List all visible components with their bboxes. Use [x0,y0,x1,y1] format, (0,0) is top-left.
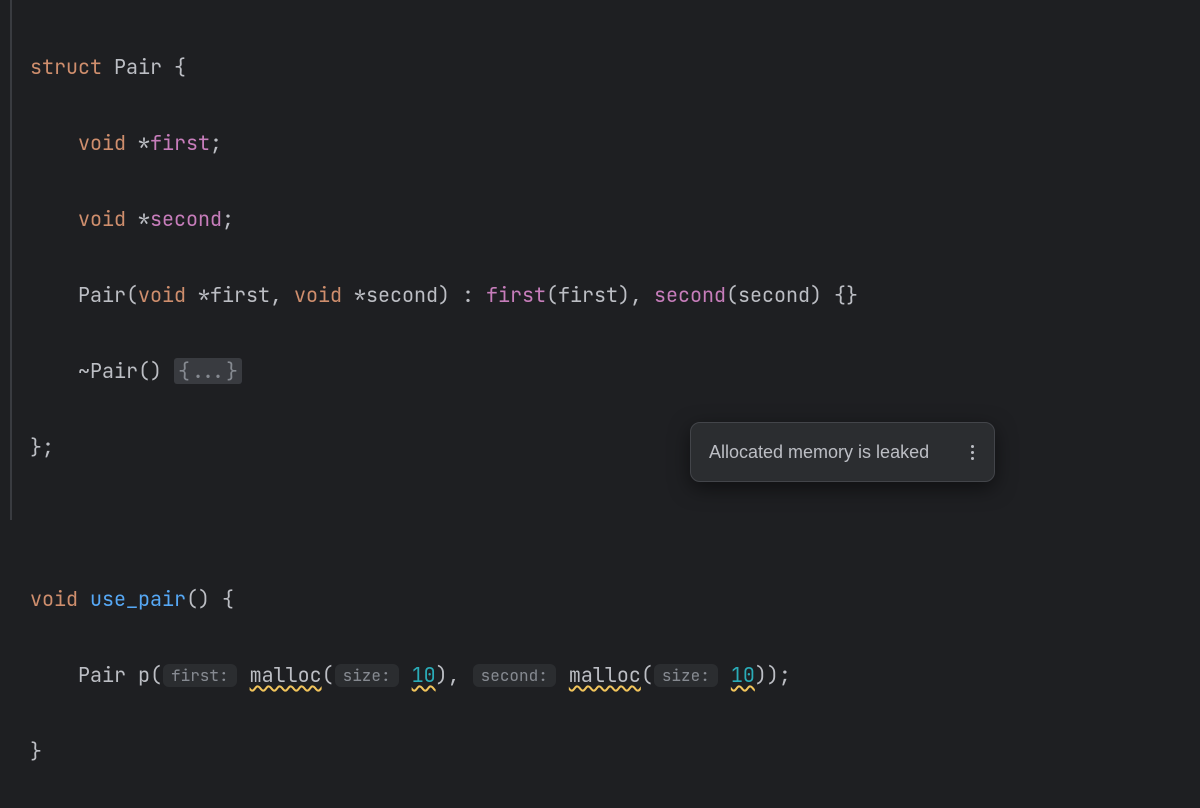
call-malloc: malloc [250,662,322,688]
type-pair: Pair [114,54,162,80]
init-first: first [486,282,546,308]
code-editor[interactable]: struct Pair { void *first; void *second;… [0,0,1200,808]
semicolon: ; [210,130,222,156]
tooltip-text: Allocated memory is leaked [709,435,929,469]
paren-open: ( [726,282,738,308]
code-line[interactable]: Pair p(first: malloc(size: 10), second: … [30,656,1200,694]
paren-close: ) [438,282,450,308]
number-10: 10 [731,662,755,688]
code-line[interactable]: ~Pair() {...} [30,352,1200,390]
code-line[interactable]: } [30,732,1200,770]
type-pair: Pair [78,662,126,688]
keyword-void: void [78,130,126,156]
paren-close: ) [198,586,210,612]
semicolon: ; [222,206,234,232]
star: * [354,282,366,308]
more-actions-icon[interactable] [969,443,976,462]
param-first: first [210,282,270,308]
code-line[interactable]: }; [30,428,1200,466]
inlay-hint-first[interactable]: first: [163,664,237,687]
paren-open: ( [641,662,653,688]
close-brace-semi: }; [30,434,54,460]
comma: , [448,662,460,688]
paren-close: ) [618,282,630,308]
keyword-void: void [78,206,126,232]
colon: : [462,282,474,308]
var-p: p [138,662,150,688]
blank-line[interactable] [30,504,1200,542]
paren-open: ( [150,662,162,688]
folded-region[interactable]: {...} [174,358,242,384]
comma: , [630,282,642,308]
code-line[interactable]: void *second; [30,200,1200,238]
destructor-name: ~Pair [78,358,138,384]
arg-second: second [738,282,810,308]
paren-close: ) [755,662,767,688]
keyword-void: void [30,586,78,612]
keyword-void: void [294,282,342,308]
inspection-tooltip[interactable]: Allocated memory is leaked [690,422,995,482]
comma: , [270,282,282,308]
star: * [138,206,150,232]
init-second: second [654,282,726,308]
param-second: second [366,282,438,308]
paren-open: ( [138,358,150,384]
paren-open: ( [126,282,138,308]
brace-close: } [30,738,42,764]
paren-close: ) [150,358,162,384]
empty-body: {} [834,282,858,308]
inlay-hint-size[interactable]: size: [654,664,718,687]
brace-open: { [222,586,234,612]
function-use-pair: use_pair [90,586,186,612]
star: * [138,130,150,156]
code-line[interactable]: void *first; [30,124,1200,162]
inlay-hint-second[interactable]: second: [473,664,556,687]
code-line[interactable]: struct Pair { [30,48,1200,86]
paren-close: ) [810,282,822,308]
call-malloc: malloc [569,662,641,688]
code-line[interactable]: void use_pair() { [30,580,1200,618]
paren-open: ( [322,662,334,688]
code-line[interactable]: Pair(void *first, void *second) : first(… [30,276,1200,314]
paren-open: ( [186,586,198,612]
arg-first: first [558,282,618,308]
star: * [198,282,210,308]
field-first: first [150,130,210,156]
brace-open: { [174,54,186,80]
keyword-struct: struct [30,54,102,80]
number-10: 10 [412,662,436,688]
field-second: second [150,206,222,232]
paren-close: ) [436,662,448,688]
keyword-void: void [138,282,186,308]
constructor-name: Pair [78,282,126,308]
paren-close: ) [767,662,779,688]
semicolon: ; [779,662,791,688]
paren-open: ( [546,282,558,308]
inlay-hint-size[interactable]: size: [335,664,399,687]
